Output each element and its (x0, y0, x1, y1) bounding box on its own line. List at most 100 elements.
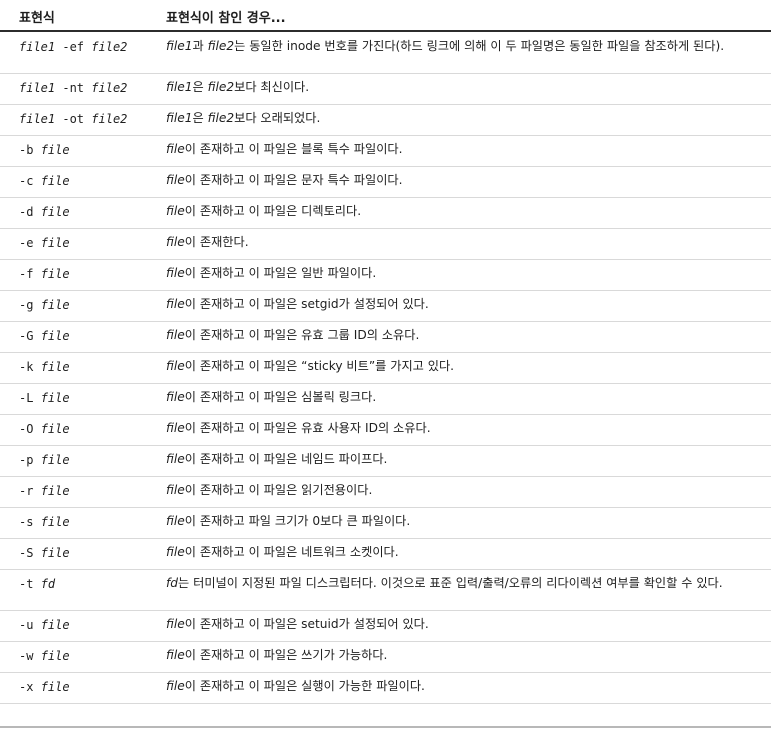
expression-operand: file (40, 453, 70, 467)
description-term: file (166, 173, 185, 187)
expression-operand: file (40, 484, 70, 498)
description-term: file (166, 359, 185, 373)
expression-operand: file (40, 680, 70, 694)
description-text: 보다 최신이다. (234, 80, 310, 94)
description-cell: file이 존재하고 파일 크기가 0보다 큰 파일이다. (166, 511, 762, 532)
expression-cell: -k file (19, 360, 70, 374)
expression-cell: -x file (19, 680, 70, 694)
expression-operator: -e (19, 236, 34, 250)
description-cell: fd는 터미널이 지정된 파일 디스크립터다. 이것으로 표준 입력/출력/오류… (166, 573, 762, 594)
expression-operator: -c (19, 174, 34, 188)
table-row: -u file file이 존재하고 이 파일은 setuid가 설정되어 있다. (0, 610, 771, 642)
table-row: -G file file이 존재하고 이 파일은 유효 그룹 ID의 소유다. (0, 321, 771, 353)
table-row: file1 -ot file2 file1은 file2보다 오래되었다. (0, 104, 771, 136)
description-term: file (166, 390, 185, 404)
description-cell: file이 존재하고 이 파일은 블록 특수 파일이다. (166, 139, 762, 160)
expression-cell: -w file (19, 649, 70, 663)
expression-cell: -u file (19, 618, 70, 632)
description-term: file1 (166, 80, 193, 94)
document-page: 표현식 표현식이 참인 경우... file1 -ef file2 file1과 … (0, 0, 771, 736)
expression-operator: -ot (62, 112, 85, 126)
expression-operator: -G (19, 329, 34, 343)
description-term: file2 (207, 39, 235, 53)
description-term: file (166, 545, 185, 559)
description-text: 이 존재하고 이 파일은 일반 파일이다. (184, 266, 377, 280)
expression-operand: file (40, 649, 70, 663)
description-term: file (166, 679, 185, 693)
description-text: 는 터미널이 지정된 파일 디스크립터다. 이것으로 표준 입력/출력/오류의 … (178, 576, 723, 590)
expression-operator: -k (19, 360, 34, 374)
description-cell: file이 존재하고 이 파일은 setuid가 설정되어 있다. (166, 614, 762, 635)
expression-operator: -b (19, 143, 34, 157)
table-row: -r file file이 존재하고 이 파일은 읽기전용이다. (0, 476, 771, 508)
expression-operand: file (40, 618, 70, 632)
expression-operand: file2 (91, 40, 128, 54)
expression-operator: -x (19, 680, 34, 694)
expression-operator: -nt (62, 81, 85, 95)
expression-cell: -e file (19, 236, 70, 250)
description-term: file (166, 297, 185, 311)
expression-operand: file (40, 391, 70, 405)
description-text: 이 존재하고 이 파일은 디렉토리다. (184, 204, 362, 218)
expression-operand: file1 (19, 112, 56, 126)
description-cell: file1과 file2는 동일한 inode 번호를 가진다(하드 링크에 의… (166, 36, 762, 57)
description-term: file1 (166, 111, 193, 125)
description-text: 이 존재하고 이 파일은 블록 특수 파일이다. (184, 142, 403, 156)
description-text: 은 (192, 80, 208, 94)
expression-cell: -r file (19, 484, 70, 498)
table-row: file1 -ef file2 file1과 file2는 동일한 inode 번… (0, 32, 771, 74)
description-term: file1 (166, 39, 193, 53)
expression-cell: -c file (19, 174, 70, 188)
description-cell: file이 존재하고 이 파일은 네트워크 소켓이다. (166, 542, 762, 563)
description-cell: file이 존재하고 이 파일은 “sticky 비트”를 가지고 있다. (166, 356, 762, 377)
expression-cell: file1 -ef file2 (19, 40, 127, 54)
expression-operator: -g (19, 298, 34, 312)
description-cell: file이 존재하고 이 파일은 디렉토리다. (166, 201, 762, 222)
description-text: 이 존재하고 이 파일은 문자 특수 파일이다. (184, 173, 403, 187)
expression-cell: -t fd (19, 577, 55, 591)
expression-operator: -ef (62, 40, 85, 54)
description-text: 이 존재하고 이 파일은 네트워크 소켓이다. (184, 545, 399, 559)
description-cell: file이 존재하고 이 파일은 문자 특수 파일이다. (166, 170, 762, 191)
header-expression: 표현식 (19, 11, 55, 26)
description-text: 이 존재하고 이 파일은 setgid가 설정되어 있다. (184, 297, 429, 311)
table-row: -t fd fd는 터미널이 지정된 파일 디스크립터다. 이것으로 표준 입력/… (0, 569, 771, 611)
table-row: -S file file이 존재하고 이 파일은 네트워크 소켓이다. (0, 538, 771, 570)
description-term: file (166, 514, 185, 528)
table-row: -s file file이 존재하고 파일 크기가 0보다 큰 파일이다. (0, 507, 771, 539)
description-text: 는 동일한 inode 번호를 가진다(하드 링크에 의해 이 두 파일명은 동… (234, 39, 725, 53)
description-term: file2 (207, 80, 235, 94)
expression-operand: fd (40, 577, 56, 591)
description-text: 이 존재하고 이 파일은 네임드 파이프다. (184, 452, 388, 466)
description-term: file (166, 617, 185, 631)
description-text: 이 존재하고 이 파일은 실행이 가능한 파일이다. (184, 679, 425, 693)
expression-operator: -O (19, 422, 34, 436)
description-text: 이 존재하고 이 파일은 유효 그룹 ID의 소유다. (184, 328, 420, 342)
expression-operand: file2 (91, 112, 128, 126)
expression-operand: file (40, 422, 70, 436)
description-cell: file이 존재한다. (166, 232, 762, 253)
description-term: file (166, 235, 185, 249)
expression-operator: -f (19, 267, 34, 281)
expression-operand: file2 (91, 81, 128, 95)
expression-operand: file (40, 546, 70, 560)
description-text: 이 존재하고 이 파일은 setuid가 설정되어 있다. (184, 617, 429, 631)
expression-operand: file1 (19, 81, 56, 95)
expression-operator: -u (19, 618, 34, 632)
description-text: 이 존재하고 파일 크기가 0보다 큰 파일이다. (184, 514, 411, 528)
description-cell: file이 존재하고 이 파일은 일반 파일이다. (166, 263, 762, 284)
expression-operator: -s (19, 515, 34, 529)
table-row: -O file file이 존재하고 이 파일은 유효 사용자 ID의 소유다. (0, 414, 771, 446)
description-text: 이 존재한다. (184, 235, 249, 249)
table-row: -b file file이 존재하고 이 파일은 블록 특수 파일이다. (0, 135, 771, 167)
expression-cell: -g file (19, 298, 70, 312)
expression-cell: -G file (19, 329, 70, 343)
expression-operand: file (40, 236, 70, 250)
table-row: -k file file이 존재하고 이 파일은 “sticky 비트”를 가지고… (0, 352, 771, 384)
table-row: -w file file이 존재하고 이 파일은 쓰기가 가능하다. (0, 641, 771, 673)
table-row: -f file file이 존재하고 이 파일은 일반 파일이다. (0, 259, 771, 291)
expression-operator: -w (19, 649, 34, 663)
expression-cell: -L file (19, 391, 70, 405)
description-cell: file이 존재하고 이 파일은 유효 사용자 ID의 소유다. (166, 418, 762, 439)
table-row: -d file file이 존재하고 이 파일은 디렉토리다. (0, 197, 771, 229)
